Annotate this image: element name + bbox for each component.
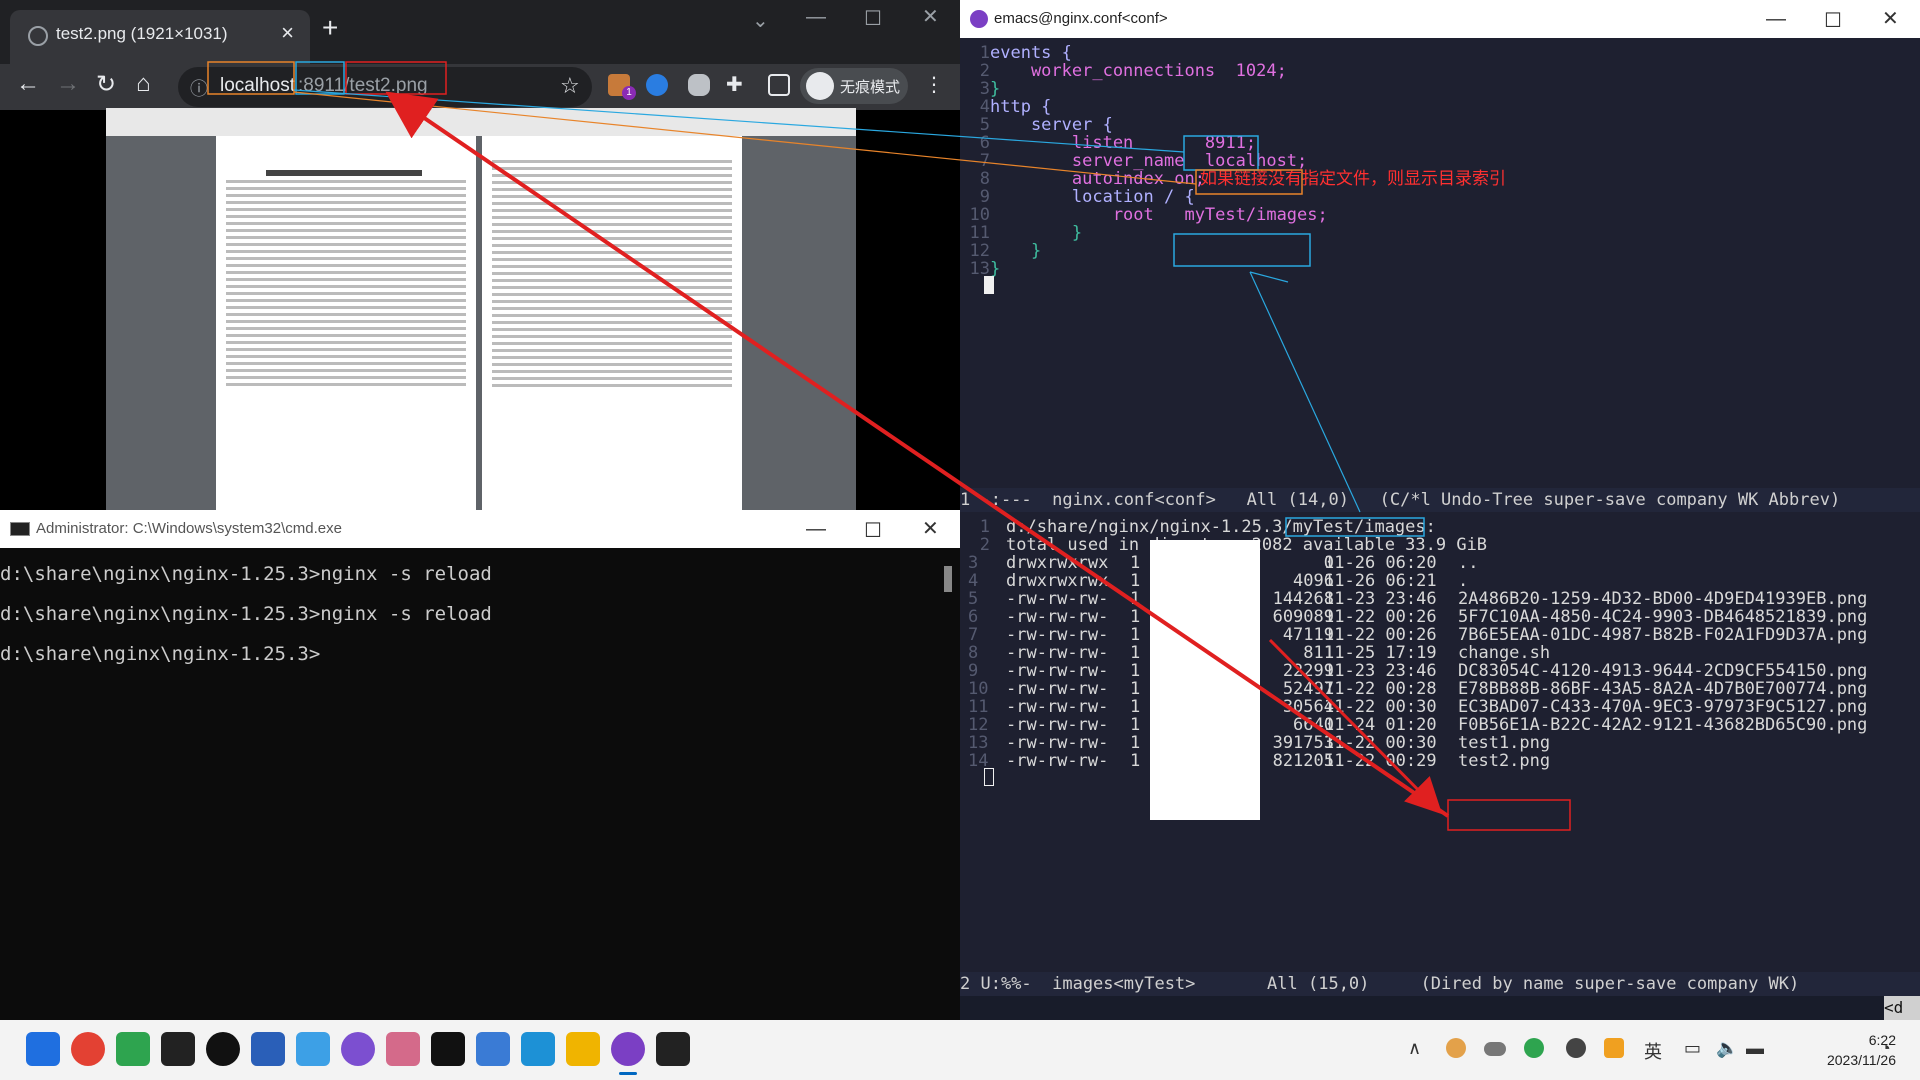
qq-icon[interactable] — [206, 1032, 240, 1066]
docker-icon[interactable] — [521, 1032, 555, 1066]
annotation-box-path — [345, 61, 447, 95]
app-box-icon[interactable] — [476, 1032, 510, 1066]
annotation-box-server-name — [1195, 169, 1303, 195]
annotation-line-host — [293, 91, 1197, 185]
app-colorful-icon[interactable] — [386, 1032, 420, 1066]
terminal-icon[interactable] — [161, 1032, 195, 1066]
annotation-box-root — [1173, 233, 1311, 267]
annotation-box-port — [295, 61, 345, 95]
chrome-icon[interactable] — [71, 1032, 105, 1066]
annotation-box-filename — [1447, 799, 1571, 831]
cmd-icon[interactable] — [656, 1032, 690, 1066]
tiktok-icon[interactable] — [431, 1032, 465, 1066]
active-indicator — [619, 1072, 637, 1075]
app-blue-icon[interactable] — [296, 1032, 330, 1066]
volume-icon[interactable]: 🔈 — [1716, 1038, 1738, 1059]
tray-app-icon[interactable] — [1566, 1038, 1586, 1058]
windows-start-icon[interactable] — [26, 1032, 60, 1066]
tray-app-icon[interactable] — [1446, 1038, 1466, 1058]
network-icon[interactable]: ▭ — [1684, 1038, 1701, 1059]
annotation-box-listen — [1183, 135, 1259, 171]
annotation-box-host — [207, 61, 295, 95]
tray-cloud-icon[interactable] — [1484, 1042, 1506, 1056]
tray-wechat-icon[interactable] — [1524, 1038, 1544, 1058]
taskbar: ∧ 英 ▭ 🔈 ▬ 6:22 2023/11/26 ◔ — [0, 1020, 1920, 1080]
emacs-icon[interactable] — [611, 1032, 645, 1066]
file-explorer-icon[interactable] — [566, 1032, 600, 1066]
notification-icon[interactable]: ◔ — [1880, 1038, 1891, 1059]
mp-icon[interactable] — [251, 1032, 285, 1066]
ime-indicator[interactable]: 英 — [1644, 1038, 1662, 1064]
annotation-arrow-red-2 — [1268, 638, 1443, 815]
annotation-overlay — [207, 61, 1571, 831]
wechat-icon[interactable] — [116, 1032, 150, 1066]
chevron-up-icon[interactable]: ∧ — [1408, 1038, 1421, 1059]
tray-app-icon[interactable] — [1604, 1038, 1624, 1058]
annotation-line-root — [1249, 271, 1361, 513]
app-purple-icon[interactable] — [341, 1032, 375, 1066]
annotation-box-dir — [1285, 517, 1425, 537]
battery-icon[interactable]: ▬ — [1746, 1038, 1764, 1059]
annotation-arrow-red — [385, 91, 1450, 818]
annotation-arrowhead-root — [1249, 271, 1289, 283]
